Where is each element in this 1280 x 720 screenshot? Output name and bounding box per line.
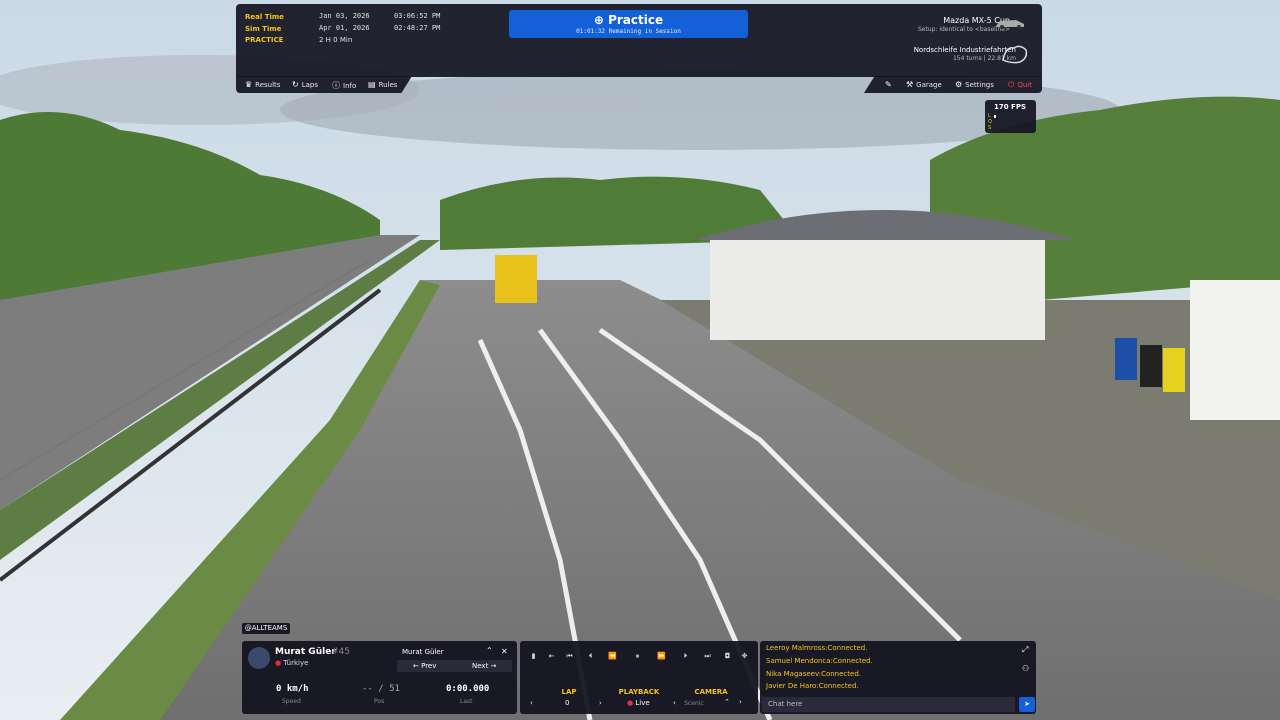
country-label: Türkiye — [283, 659, 309, 667]
tab-quit-label: Quit — [1017, 81, 1032, 89]
track-map-icon — [1002, 45, 1028, 64]
pencil-icon: ✎ — [885, 80, 892, 89]
next-button[interactable]: Next → — [472, 662, 496, 670]
tab-quit[interactable]: ⏻ Quit — [1008, 80, 1032, 90]
fast-forward-icon[interactable]: ⏩ — [656, 651, 667, 662]
edit-button[interactable]: ✎ — [885, 80, 892, 89]
speed-label: Speed — [282, 698, 301, 705]
pos-label: Pos — [374, 698, 385, 705]
camera-next-icon[interactable]: › — [739, 698, 742, 706]
drone-icon[interactable]: ✥ — [739, 651, 750, 662]
sim-time-clock: 02:48:27 PM — [394, 24, 441, 32]
trophy-icon: ♛ — [245, 80, 253, 89]
tab-laps[interactable]: ↻ Laps — [292, 80, 318, 89]
real-time-clock: 03:06:52 PM — [394, 12, 441, 20]
fps-value: 170 FPS — [993, 103, 1026, 111]
laps-icon: ↻ — [292, 80, 299, 89]
chat-message: Samuel Mendonca:Connected. — [766, 657, 873, 665]
chat-message: Javier De Haro:Connected. — [766, 682, 859, 690]
lap-label: LAP — [561, 688, 577, 696]
tab-info-label: Info — [343, 81, 357, 90]
car-number: #45 — [331, 647, 350, 657]
prev-frame-icon[interactable]: ⏴ — [585, 651, 596, 662]
rewind-icon[interactable]: ⏪ — [607, 651, 618, 662]
pos-value: -- / 51 — [362, 684, 400, 694]
tab-rules[interactable]: ▤ Rules — [368, 80, 397, 89]
fps-bar-s: S — [988, 125, 992, 131]
prev-lap-icon[interactable]: ⏮ — [564, 651, 575, 662]
camera-value: Scenic — [684, 700, 704, 707]
tab-results-label: Results — [255, 80, 281, 89]
chat-message: Leeroy Malmross:Connected. — [766, 644, 868, 652]
car-icon — [996, 20, 1024, 29]
fps-bar-fill — [994, 115, 996, 118]
tab-garage-label: Garage — [916, 80, 942, 89]
session-remaining: 01:01:32 Remaining in Session — [576, 28, 681, 35]
rules-icon: ▤ — [368, 80, 376, 89]
driver-name: Murat Güler — [275, 647, 336, 657]
session-banner[interactable]: ⊕ Practice 01:01:32 Remaining in Session — [509, 10, 748, 38]
speed-value: 0 km/h — [276, 684, 309, 694]
lap-value: 0 — [565, 699, 570, 707]
selected-driver[interactable]: Murat Güler — [402, 648, 444, 656]
pause-icon[interactable]: ⏸ — [632, 651, 643, 662]
lap-next-icon[interactable]: › — [599, 699, 602, 707]
camera-icon[interactable]: ◘ — [722, 651, 733, 662]
team-tag[interactable]: @ALLTEAMS — [242, 623, 290, 634]
tab-info[interactable]: ⓘ Info — [332, 80, 356, 91]
real-time-label: Real Time — [245, 13, 284, 21]
tab-laps-label: Laps — [301, 80, 318, 89]
fps-meter: 170 FPS L Q S — [985, 100, 1036, 133]
playback-value: Live — [635, 699, 650, 707]
tab-rules-label: Rules — [378, 80, 398, 89]
close-icon[interactable]: ✕ — [501, 647, 508, 656]
expand-icon[interactable]: ⤢ — [1022, 645, 1028, 655]
next-frame-icon[interactable]: ⏵ — [680, 651, 691, 662]
gear-icon: ⚙ — [955, 80, 963, 89]
helmet-avatar — [248, 647, 270, 669]
frame-step-icon[interactable]: ▮ — [528, 651, 539, 662]
camera-label: CAMERA — [694, 688, 728, 696]
country: ● Türkiye — [275, 659, 308, 667]
info-icon: ⓘ — [332, 81, 340, 90]
lap-prev-icon[interactable]: ‹ — [530, 699, 533, 707]
next-lap-icon[interactable]: ⏭ — [702, 651, 713, 662]
tab-garage[interactable]: ⚒ Garage — [906, 80, 942, 89]
playback-label: PLAYBACK — [618, 688, 660, 696]
steering-wheel-icon: ⊕ — [593, 13, 609, 27]
driver-panel: Murat Güler #45 ● Türkiye Murat Güler ⌃ … — [242, 641, 517, 714]
camera-prev-icon[interactable]: ‹ — [673, 699, 676, 707]
chevron-up-icon[interactable]: ⌃ — [486, 646, 493, 655]
chat-message: Nika Magaseev:Connected. — [766, 670, 861, 678]
wrench-icon: ⚒ — [906, 80, 914, 89]
prev-button[interactable]: ← Prev — [413, 662, 436, 670]
chat-input[interactable]: Chat here — [762, 697, 1015, 712]
last-label: Last — [460, 698, 473, 705]
tab-results[interactable]: ♛ Results — [245, 80, 280, 89]
live-indicator[interactable]: ● Live — [627, 699, 650, 707]
session-title: Practice — [608, 13, 664, 27]
real-time-date: Jan 03, 2026 — [319, 12, 370, 20]
session-type-label: PRACTICE — [245, 36, 284, 44]
users-icon[interactable]: ⚇ — [1022, 664, 1029, 673]
last-value: 0:00.000 — [446, 684, 490, 694]
sim-time-date: Apr 01, 2026 — [319, 24, 370, 32]
skip-start-icon[interactable]: ⇤ — [546, 651, 557, 662]
track-scene — [0, 0, 1280, 720]
send-icon: ➤ — [1024, 700, 1030, 708]
sim-time-label: Sim Time — [245, 25, 282, 33]
tab-settings-label: Settings — [965, 80, 994, 89]
camera-up-icon[interactable]: ⌃ — [724, 698, 730, 706]
session-length: 2 H 0 Min — [319, 36, 353, 44]
send-button[interactable]: ➤ — [1019, 697, 1035, 712]
power-icon: ⏻ — [1008, 80, 1015, 89]
tab-settings[interactable]: ⚙ Settings — [955, 80, 994, 89]
